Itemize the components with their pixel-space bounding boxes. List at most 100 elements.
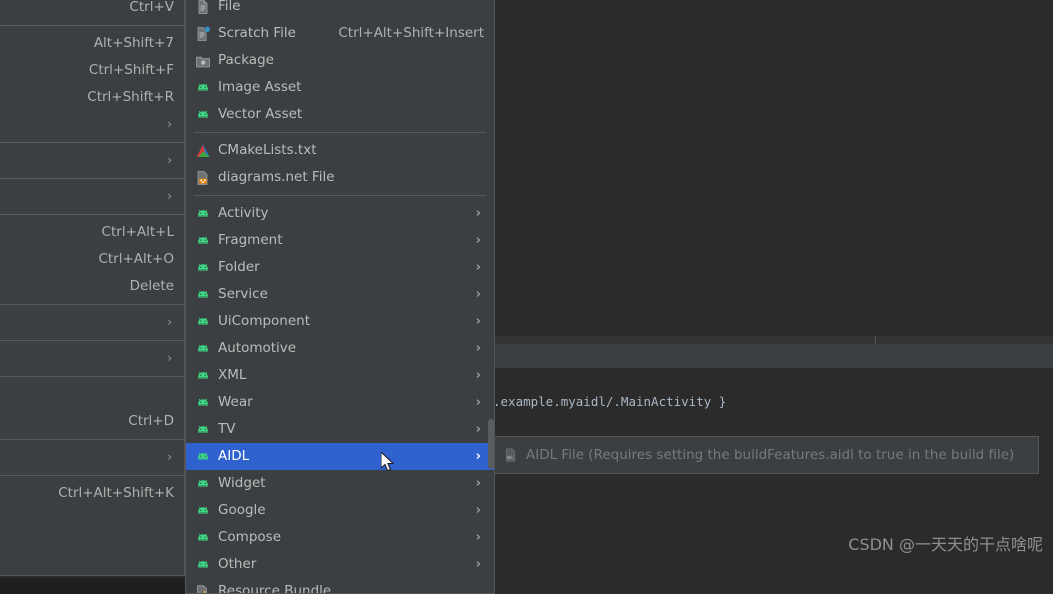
chevron-right-icon: ›: [167, 153, 172, 167]
menu-separator: [194, 132, 486, 133]
aidl-submenu-item: AIDL File (Requires setting the buildFea…: [494, 441, 1038, 469]
parent-menu-item-shortcut: Ctrl+Shift+R: [87, 89, 174, 105]
aidl-submenu[interactable]: AIDL File (Requires setting the buildFea…: [493, 436, 1039, 474]
chevron-right-icon: ›: [475, 503, 481, 518]
android-icon: [195, 287, 211, 303]
android-icon: [195, 233, 211, 249]
new-menu-item-label: XML: [218, 367, 247, 383]
scratch-file-icon: [195, 26, 211, 42]
parent-menu-item-shortcut: Delete: [129, 278, 174, 294]
parent-menu-item[interactable]: FileCtrl+Alt+Shift+K: [0, 480, 184, 507]
android-icon: [195, 476, 211, 492]
new-menu-item-activity[interactable]: Activity ›: [186, 200, 494, 227]
bottom-status-strip: [0, 578, 185, 594]
parent-menu-item[interactable]: ›: [0, 111, 184, 138]
chevron-right-icon: ›: [475, 530, 481, 545]
android-icon: [195, 80, 211, 96]
chevron-right-icon: ›: [475, 449, 481, 464]
chevron-right-icon: ›: [167, 189, 172, 203]
parent-menu-item[interactable]: ›: [0, 345, 184, 372]
chevron-right-icon: ›: [167, 117, 172, 131]
new-menu-item-widget[interactable]: Widget ›: [186, 470, 494, 497]
chevron-right-icon: ›: [167, 450, 172, 464]
new-menu-item-label: File: [218, 0, 241, 14]
new-menu-item-other[interactable]: Other ›: [186, 551, 494, 578]
chevron-right-icon: ›: [475, 260, 481, 275]
menu-separator: [0, 376, 184, 377]
new-menu-item-image-asset[interactable]: Image Asset: [186, 74, 494, 101]
mouse-cursor: [380, 450, 397, 474]
chevron-right-icon: ›: [475, 422, 481, 437]
editor-strip: [493, 336, 1053, 344]
parent-menu-item[interactable]: ›: [0, 309, 184, 336]
new-menu-item-package[interactable]: Package: [186, 47, 494, 74]
parent-menu-item-shortcut: Ctrl+Shift+F: [88, 62, 174, 78]
new-menu-item-label: Image Asset: [218, 79, 302, 95]
parent-menu-item[interactable]: Ctrl+Alt+L: [0, 219, 184, 246]
parent-menu-item[interactable]: [0, 381, 184, 408]
parent-menu-item[interactable]: Ctrl+Shift+F: [0, 57, 184, 84]
file-icon: [195, 0, 211, 15]
menu-scrollbar-track[interactable]: [488, 0, 494, 593]
parent-menu-item[interactable]: Ctrl+D: [0, 408, 184, 435]
diagrams-net-icon: [195, 170, 211, 186]
new-menu-item-vector-asset[interactable]: Vector Asset: [186, 101, 494, 128]
chevron-right-icon: ›: [475, 287, 481, 302]
parent-menu-item[interactable]: Ctrl+Alt+O: [0, 246, 184, 273]
chevron-right-icon: ›: [167, 315, 172, 329]
parent-context-menu[interactable]: Ctrl+V Alt+Shift+7 Ctrl+Shift+F Ctrl+Shift+…: [0, 0, 185, 576]
csdn-watermark: CSDN @一天天的干点啥呢: [848, 535, 1043, 554]
new-menu-item-cmakelists-txt[interactable]: CMakeLists.txt: [186, 137, 494, 164]
android-icon: [195, 395, 211, 411]
android-icon: [195, 260, 211, 276]
new-menu-item-diagrams-net-file[interactable]: diagrams.net File: [186, 164, 494, 191]
menu-separator: [0, 304, 184, 305]
parent-menu-item[interactable]: Alt+Shift+7: [0, 30, 184, 57]
new-menu-item-file[interactable]: File: [186, 0, 494, 20]
parent-menu-item[interactable]: ›: [0, 444, 184, 471]
new-menu-item-folder[interactable]: Folder ›: [186, 254, 494, 281]
parent-menu-item-shortcut: Ctrl+D: [128, 413, 174, 429]
menu-scrollbar-thumb[interactable]: [488, 419, 494, 469]
new-menu-item-automotive[interactable]: Automotive ›: [186, 335, 494, 362]
new-menu-item-label: Compose: [218, 529, 282, 545]
new-menu-item-google[interactable]: Google ›: [186, 497, 494, 524]
chevron-right-icon: ›: [475, 368, 481, 383]
chevron-right-icon: ›: [475, 206, 481, 221]
parent-menu-item[interactable]: Delete: [0, 273, 184, 300]
new-menu-item-label: CMakeLists.txt: [218, 142, 317, 158]
new-menu-item-label: Other: [218, 556, 257, 572]
new-file-menu[interactable]: File Scratch File Ctrl+Alt+Shift+Insert Pac…: [185, 0, 495, 594]
android-icon: [195, 107, 211, 123]
new-menu-item-label: UiComponent: [218, 313, 311, 329]
new-menu-item-wear[interactable]: Wear ›: [186, 389, 494, 416]
parent-menu-item[interactable]: ›: [0, 183, 184, 210]
chevron-right-icon: ›: [475, 557, 481, 572]
chevron-right-icon: ›: [475, 395, 481, 410]
menu-separator: [0, 340, 184, 341]
parent-menu-item[interactable]: ›: [0, 147, 184, 174]
new-menu-item-aidl[interactable]: AIDL ›: [186, 443, 494, 470]
new-menu-item-xml[interactable]: XML ›: [186, 362, 494, 389]
parent-menu-item[interactable]: Ctrl+Shift+R: [0, 84, 184, 111]
new-menu-item-uicomponent[interactable]: UiComponent ›: [186, 308, 494, 335]
menu-separator: [0, 142, 184, 143]
android-icon: [195, 314, 211, 330]
new-menu-item-label: Package: [218, 52, 274, 68]
new-menu-item-scratch-file[interactable]: Scratch File Ctrl+Alt+Shift+Insert: [186, 20, 494, 47]
new-menu-item-fragment[interactable]: Fragment ›: [186, 227, 494, 254]
new-menu-item-resource-bundle[interactable]: Resource Bundle: [186, 578, 494, 594]
parent-menu-item[interactable]: Ctrl+V: [0, 0, 184, 21]
new-menu-item-tv[interactable]: TV ›: [186, 416, 494, 443]
new-menu-item-service[interactable]: Service ›: [186, 281, 494, 308]
parent-menu-item-shortcut: Ctrl+V: [129, 0, 174, 15]
new-menu-item-compose[interactable]: Compose ›: [186, 524, 494, 551]
android-icon: [195, 341, 211, 357]
new-menu-item-label: Resource Bundle: [218, 583, 332, 594]
menu-separator: [0, 439, 184, 440]
new-menu-item-label: Widget: [218, 475, 266, 491]
parent-menu-item-shortcut: Ctrl+Alt+Shift+K: [58, 485, 174, 501]
menu-separator: [0, 25, 184, 26]
android-icon: [195, 206, 211, 222]
parent-menu-item-shortcut: Alt+Shift+7: [93, 35, 174, 51]
